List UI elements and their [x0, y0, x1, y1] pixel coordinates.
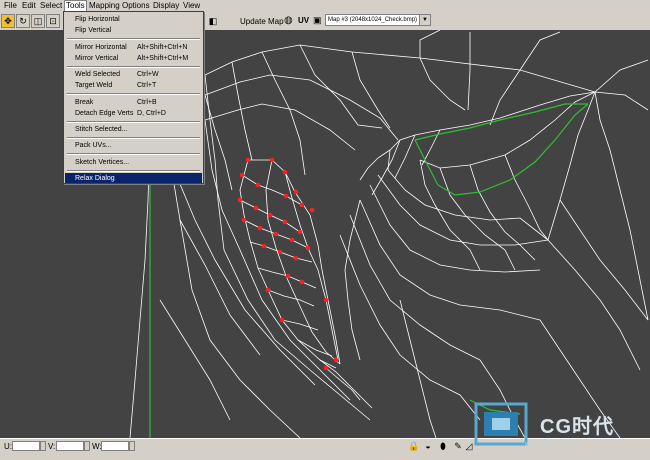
menu-item-mirror-horizontal[interactable]: Mirror Horizontal	[75, 43, 127, 52]
menu-view[interactable]: View	[183, 1, 200, 11]
menu-divider	[67, 170, 200, 172]
checker-icon[interactable]: ◍	[284, 15, 293, 26]
menu-shortcut: D, Ctrl+D	[137, 110, 166, 117]
menu-shortcut: Ctrl+B	[137, 99, 157, 106]
menu-item-pack-uvs[interactable]: Pack UVs...	[75, 141, 112, 150]
menu-file[interactable]: File	[4, 1, 17, 11]
scale-icon[interactable]: ◫	[31, 14, 45, 28]
menu-item-flip-horizontal[interactable]: Flip Horizontal	[75, 15, 120, 24]
uv-toggle[interactable]: UV	[298, 16, 309, 25]
rotate-icon[interactable]: ↻	[16, 14, 30, 28]
menu-divider	[67, 66, 200, 68]
menu-item-relax-dialog[interactable]: Relax Dialog	[75, 174, 115, 183]
w-input[interactable]	[101, 441, 129, 451]
menu-tools[interactable]: Tools	[64, 0, 87, 11]
menu-mapping[interactable]: Mapping	[89, 1, 120, 11]
menu-item-sketch-vertices[interactable]: Sketch Vertices...	[75, 158, 129, 167]
menu-shortcut: Ctrl+T	[137, 82, 157, 89]
chevron-down-icon[interactable]: ▼	[419, 15, 430, 25]
lock-icon[interactable]: 🔒	[408, 440, 420, 452]
menu-edit[interactable]: Edit	[22, 1, 36, 11]
logo-text: CG时代	[540, 416, 614, 438]
menu-divider	[67, 93, 200, 95]
freeze-icon[interactable]: ⬮	[437, 440, 449, 452]
update-map-button[interactable]: Update Map	[240, 17, 284, 26]
hide-icon[interactable]: ◒	[422, 440, 434, 452]
menu-item-detach-edge-verts[interactable]: Detach Edge Verts	[75, 109, 133, 118]
freeform-icon[interactable]: ⊡	[46, 14, 60, 28]
w-spinner[interactable]	[129, 441, 135, 451]
alpha-icon[interactable]: ▣	[313, 15, 322, 26]
map-select[interactable]: Map #3 (2048x1024_Check.bmp) ▼	[325, 14, 431, 26]
tools-menu: Flip Horizontal Flip Vertical Mirror Hor…	[63, 11, 204, 184]
watermark-url: www.cgtimes.com	[525, 441, 582, 448]
u-label: U:	[4, 442, 12, 451]
v-spinner[interactable]	[84, 441, 90, 451]
menu-display[interactable]: Display	[153, 1, 179, 11]
menu-item-break[interactable]: Break	[75, 98, 93, 107]
menu-item-stitch-selected[interactable]: Stitch Selected...	[75, 125, 128, 134]
mirror-icon[interactable]: ◧	[206, 14, 220, 28]
u-input[interactable]	[12, 441, 40, 451]
menu-divider	[67, 153, 200, 155]
menu-select[interactable]: Select	[40, 1, 62, 11]
menu-shortcut: Alt+Shift+Ctrl+M	[137, 55, 189, 62]
v-label: V:	[48, 442, 56, 451]
menu-divider	[67, 121, 200, 123]
menu-shortcut: Alt+Shift+Ctrl+N	[137, 44, 188, 51]
menu-item-mirror-vertical[interactable]: Mirror Vertical	[75, 54, 118, 63]
menu-options[interactable]: Options	[122, 1, 150, 11]
map-select-value: Map #3 (2048x1024_Check.bmp)	[328, 17, 418, 23]
menu-divider	[67, 38, 200, 40]
menu-item-weld-selected[interactable]: Weld Selected	[75, 70, 120, 79]
u-spinner[interactable]	[40, 441, 46, 451]
move-icon[interactable]: ✥	[1, 14, 15, 28]
menu-divider	[67, 137, 200, 139]
v-input[interactable]	[56, 441, 84, 451]
menu-item-target-weld[interactable]: Target Weld	[75, 81, 112, 90]
menu-item-flip-vertical[interactable]: Flip Vertical	[75, 26, 111, 35]
menu-shortcut: Ctrl+W	[137, 71, 159, 78]
